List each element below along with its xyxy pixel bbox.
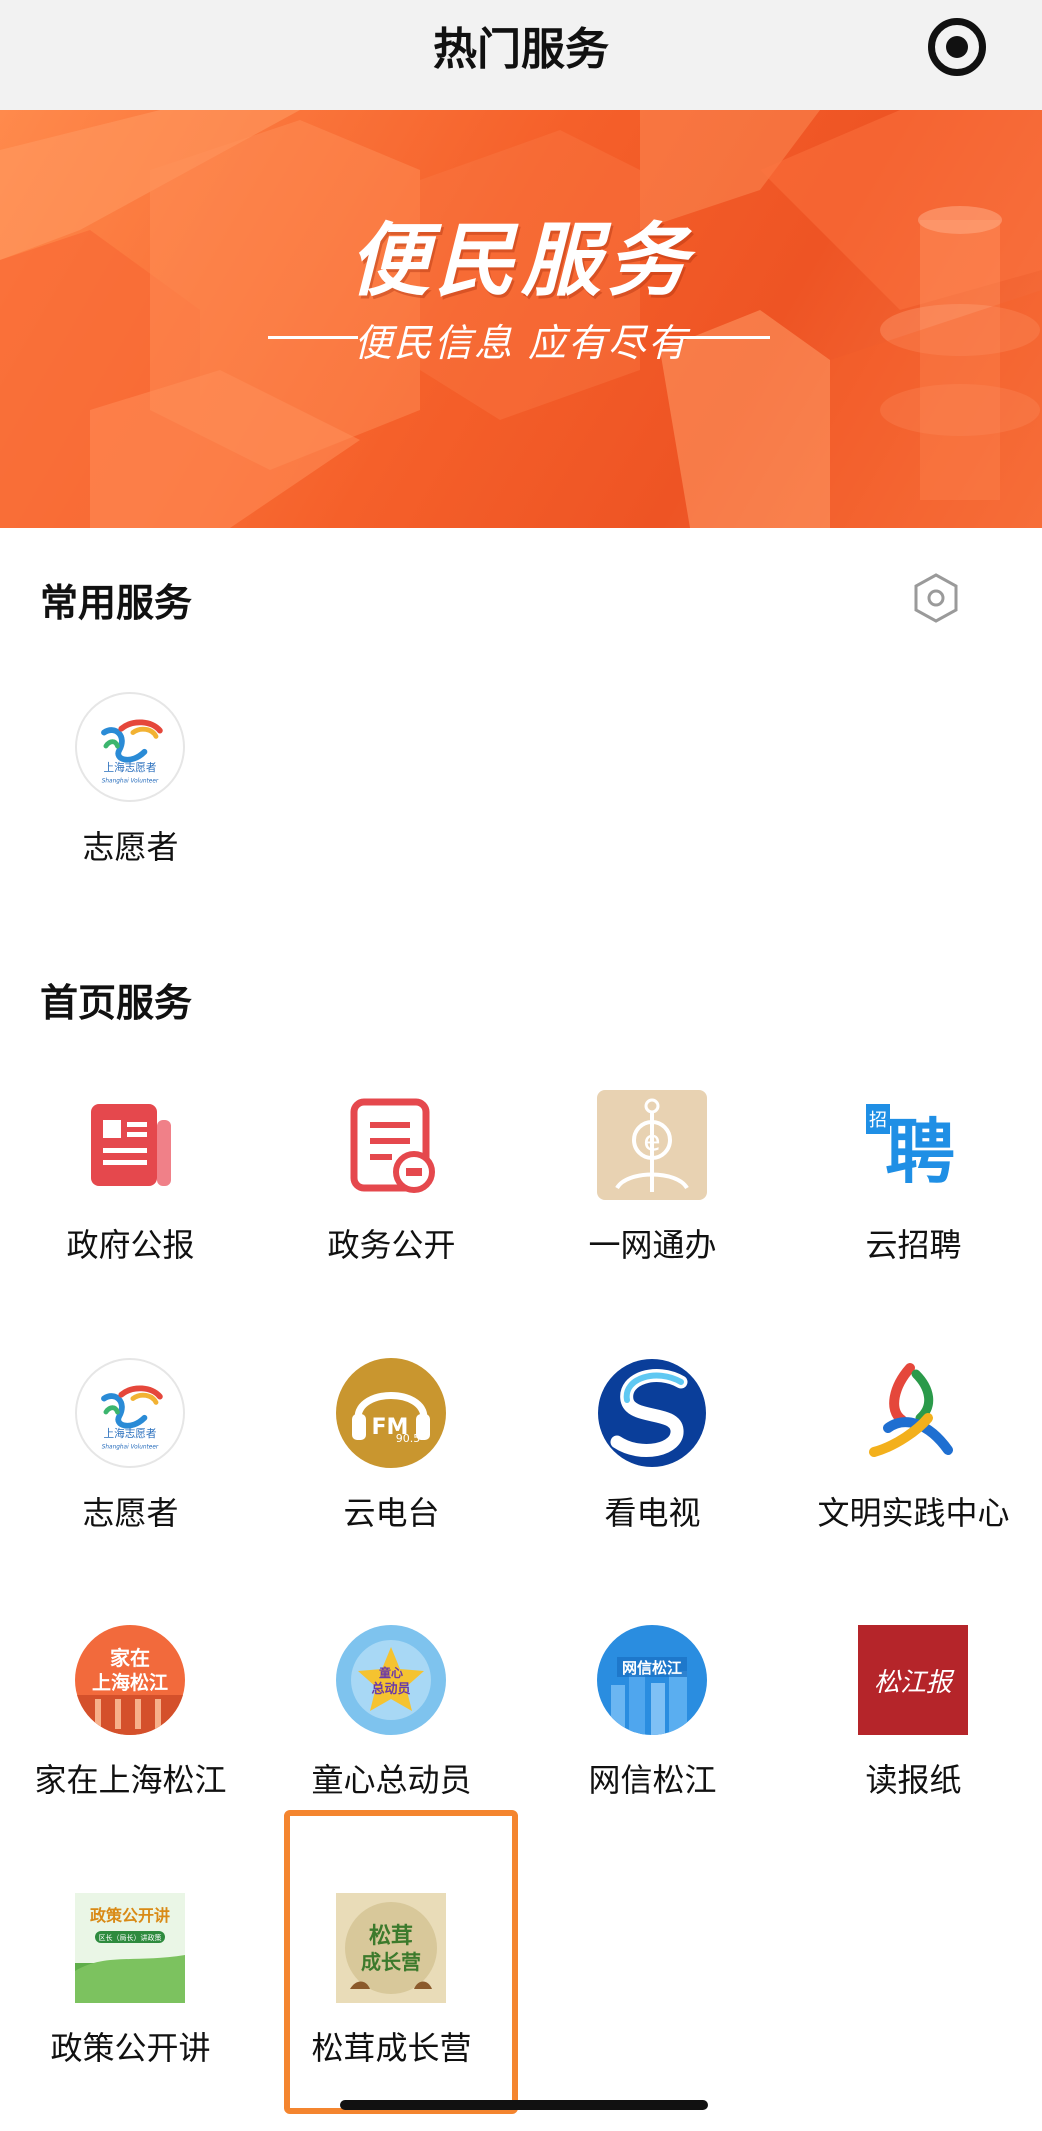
svg-text:聘: 聘 (885, 1111, 955, 1193)
svg-text:区长（局长）讲政策: 区长（局长）讲政策 (99, 1933, 162, 1942)
nav-bar: 热门服务 (0, 0, 1042, 111)
service-cyberspace-songjiang[interactable]: 网信松江 网信松江 (522, 1625, 783, 1845)
banner-subtitle: 便民信息 应有尽有 (353, 321, 689, 365)
service-label: 云电台 (343, 1494, 440, 1532)
service-label: 志愿者 (82, 828, 179, 866)
service-label: 政务公开 (327, 1226, 456, 1264)
selection-highlight-box (284, 1810, 518, 2114)
service-label: 政府公报 (66, 1226, 195, 1264)
service-label: 家在上海松江 (34, 1761, 227, 1799)
banner-divider-right (680, 336, 770, 339)
service-cloud-recruitment[interactable]: 招 聘 云招聘 (783, 1090, 1042, 1310)
page-title: 热门服务 (433, 24, 609, 75)
svg-text:童心: 童心 (379, 1665, 403, 1680)
svg-text:90.5: 90.5 (396, 1432, 421, 1445)
common-services-title: 常用服务 (40, 581, 193, 625)
public-affairs-document-icon (336, 1090, 446, 1200)
service-home-songjiang[interactable]: 家在 上海松江 家在上海松江 (0, 1625, 261, 1845)
hexagon-settings-icon[interactable] (912, 572, 960, 624)
service-label: 政策公开讲 (50, 2029, 211, 2067)
service-public-affairs[interactable]: 政务公开 (261, 1090, 522, 1310)
newspaper-logo-icon: 松江报 (858, 1625, 968, 1735)
gazette-document-icon (75, 1090, 185, 1200)
policy-talk-logo-icon: 政策公开讲 区长（局长）讲政策 (75, 1893, 185, 2003)
home-in-songjiang-logo-icon: 家在 上海松江 (75, 1625, 185, 1735)
service-civilization-center[interactable]: 文明实践中心 (783, 1358, 1042, 1578)
one-network-service-icon: e (597, 1090, 707, 1200)
service-label: 一网通办 (588, 1226, 717, 1264)
civilization-practice-logo-icon (858, 1358, 968, 1468)
svg-text:总动员: 总动员 (371, 1681, 410, 1697)
banner[interactable]: 便民服务 便民信息 应有尽有 (0, 110, 1042, 528)
service-label: 读报纸 (865, 1761, 962, 1799)
service-label: 云招聘 (865, 1226, 962, 1264)
recruitment-icon: 招 聘 (858, 1090, 968, 1200)
svg-text:松江报: 松江报 (874, 1668, 955, 1698)
svg-text:e: e (643, 1124, 660, 1157)
service-policy-talk[interactable]: 政策公开讲 区长（局长）讲政策 政策公开讲 (0, 1893, 261, 2113)
service-label: 看电视 (604, 1494, 701, 1532)
service-volunteer[interactable]: 上海志愿者 Shanghai Volunteer 志愿者 (0, 1358, 261, 1578)
svg-text:上海松江: 上海松江 (92, 1671, 168, 1694)
service-one-network[interactable]: e 一网通办 (522, 1090, 783, 1310)
tv-s-logo-icon (597, 1358, 707, 1468)
service-watch-tv[interactable]: 看电视 (522, 1358, 783, 1578)
svg-text:上海志愿者: 上海志愿者 (104, 1427, 157, 1440)
home-indicator-bar (340, 2100, 708, 2110)
shanghai-volunteer-logo-icon: 上海志愿者 Shanghai Volunteer (75, 692, 185, 802)
cyberspace-songjiang-logo-icon: 网信松江 (597, 1625, 707, 1735)
svg-text:政策公开讲: 政策公开讲 (90, 1906, 170, 1925)
banner-title: 便民服务 (349, 214, 693, 307)
service-cloud-radio[interactable]: FM 90.5 云电台 (261, 1358, 522, 1578)
service-label: 志愿者 (82, 1494, 179, 1532)
shanghai-volunteer-logo-icon: 上海志愿者 Shanghai Volunteer (75, 1358, 185, 1468)
svg-text:网信松江: 网信松江 (622, 1659, 682, 1677)
children-mobilization-logo-icon: 童心 总动员 (336, 1625, 446, 1735)
svg-text:家在: 家在 (110, 1646, 150, 1670)
service-label: 文明实践中心 (817, 1494, 1010, 1532)
service-read-newspaper[interactable]: 松江报 读报纸 (783, 1625, 1042, 1845)
service-label: 童心总动员 (311, 1761, 472, 1799)
service-government-gazette[interactable]: 政府公报 (0, 1090, 261, 1310)
radio-fm-icon: FM 90.5 (336, 1358, 446, 1468)
home-services-title: 首页服务 (40, 981, 193, 1025)
svg-text:Shanghai Volunteer: Shanghai Volunteer (102, 1445, 159, 1451)
target-record-icon[interactable] (928, 18, 986, 76)
service-label: 网信松江 (588, 1761, 717, 1799)
service-volunteer-common[interactable]: 上海志愿者 Shanghai Volunteer 志愿者 (0, 692, 261, 912)
svg-text:Shanghai Volunteer: Shanghai Volunteer (102, 779, 159, 785)
svg-text:上海志愿者: 上海志愿者 (104, 761, 157, 774)
